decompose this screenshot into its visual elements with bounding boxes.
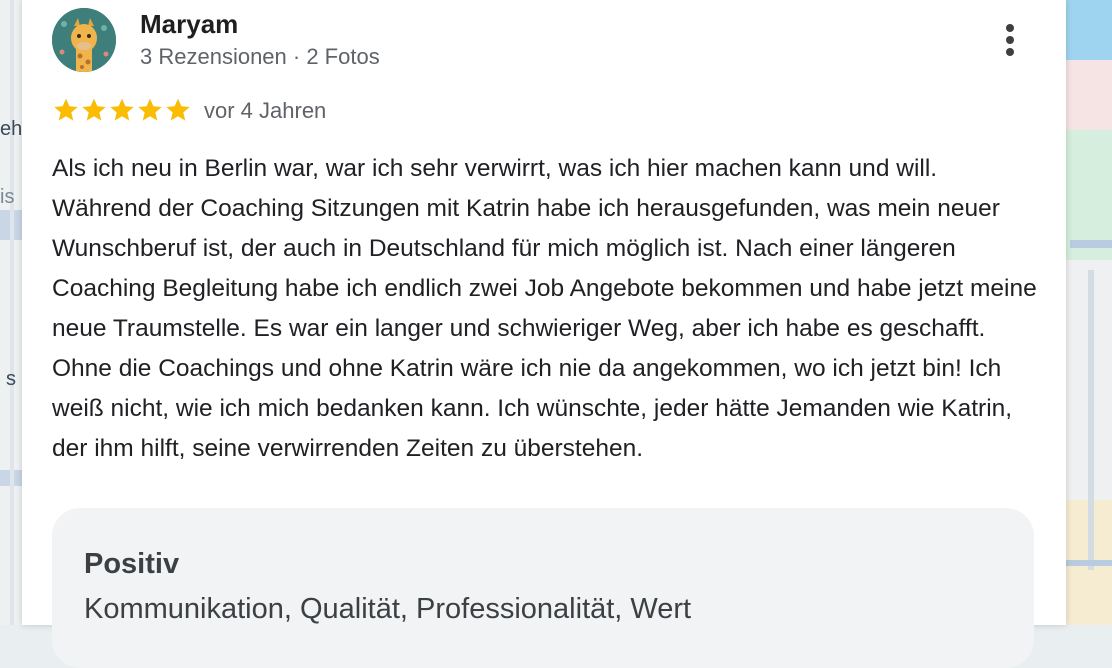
positive-attributes-box: Positiv Kommunikation, Qualität, Profess…: [52, 508, 1034, 668]
star-icon: [82, 98, 106, 121]
review-time: vor 4 Jahren: [204, 98, 327, 123]
map-label: is: [0, 186, 15, 208]
star-rating: [52, 96, 192, 124]
map-label: eh: [0, 118, 22, 140]
reviewer-name[interactable]: Maryam: [140, 9, 238, 40]
reviewer-stats[interactable]: 3 Rezensionen · 2 Fotos: [140, 44, 380, 70]
more-vert-icon: [1006, 24, 1014, 56]
star-icon: [110, 98, 134, 121]
star-icon: [54, 98, 78, 121]
review-text: Als ich neu in Berlin war, war ich sehr …: [52, 155, 1037, 462]
review-card: Maryam 3 Rezensionen · 2 Fotos vor 4 Jah…: [22, 0, 1066, 668]
reviewer-avatar[interactable]: [52, 8, 116, 72]
map-background-right: [1066, 0, 1112, 625]
star-icon: [166, 98, 190, 121]
giraffe-icon: [52, 8, 116, 72]
positive-items: Kommunikation, Qualität, Professionalitä…: [84, 593, 692, 625]
more-options-button[interactable]: [994, 18, 1026, 62]
map-label: s: [6, 368, 16, 390]
positive-title: Positiv: [84, 548, 180, 580]
map-background-left: eh is s: [0, 0, 22, 625]
star-icon: [138, 98, 162, 121]
